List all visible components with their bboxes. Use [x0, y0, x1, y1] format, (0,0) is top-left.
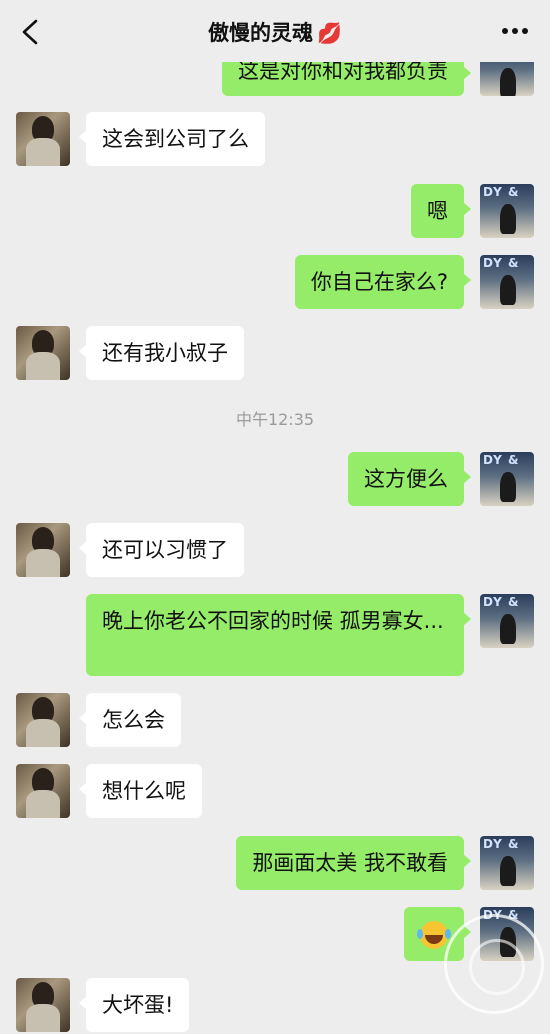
message-text: 还可以习惯了: [102, 538, 228, 562]
my-avatar[interactable]: [480, 184, 534, 238]
chat-header: 傲慢的灵魂 💋: [0, 0, 550, 62]
message-text: 这方便么: [364, 467, 448, 491]
chat-area[interactable]: 这是对你和对我都负责 这会到公司了么 嗯 你自己在家么? 还有我小叔子 中午12…: [0, 0, 550, 1032]
timestamp: 中午12:35: [235, 410, 315, 429]
message-text: 大坏蛋!: [102, 993, 174, 1017]
message-bubble-incoming[interactable]: 还有我小叔子: [79, 326, 244, 380]
message-row: 这方便么: [0, 452, 550, 508]
message-text: 那画面太美 我不敢看: [252, 851, 448, 875]
message-bubble-outgoing[interactable]: 这方便么: [348, 452, 471, 506]
message-text: 这会到公司了么: [102, 127, 249, 151]
message-bubble-incoming[interactable]: 这会到公司了么: [79, 112, 265, 166]
message-bubble-incoming[interactable]: 还可以习惯了: [79, 523, 244, 577]
message-bubble-outgoing[interactable]: 晚上你老公不回家的时候 孤男寡女...: [86, 594, 471, 676]
my-avatar[interactable]: [480, 452, 534, 506]
message-row: 你自己在家么?: [0, 255, 550, 311]
contact-name: 傲慢的灵魂: [208, 21, 314, 45]
contact-avatar[interactable]: [16, 112, 70, 166]
message-row: 那画面太美 我不敢看: [0, 836, 550, 892]
page-title: 傲慢的灵魂 💋: [0, 17, 550, 47]
contact-avatar[interactable]: [16, 764, 70, 818]
lips-emoji-icon: 💋: [317, 21, 342, 45]
message-text: 嗯: [427, 199, 448, 223]
message-bubble-outgoing[interactable]: 嗯: [411, 184, 471, 238]
message-text: 晚上你老公不回家的时候 孤男寡女...: [102, 609, 444, 633]
message-row: 还有我小叔子: [0, 326, 550, 382]
my-avatar[interactable]: [480, 836, 534, 890]
message-text: 这是对你和对我都负责: [238, 59, 448, 83]
message-row: 怎么会: [0, 693, 550, 749]
contact-avatar[interactable]: [16, 693, 70, 747]
watermark-logo: [444, 914, 544, 1014]
message-text: 怎么会: [102, 708, 165, 732]
message-text: 想什么呢: [102, 779, 186, 803]
my-avatar[interactable]: [480, 255, 534, 309]
laughing-tears-emoji-icon: [417, 921, 448, 949]
message-bubble-incoming[interactable]: 怎么会: [79, 693, 181, 747]
my-avatar[interactable]: [480, 594, 534, 648]
message-row: 想什么呢: [0, 764, 550, 820]
message-text: 还有我小叔子: [102, 341, 228, 365]
message-bubble-outgoing[interactable]: 那画面太美 我不敢看: [236, 836, 471, 890]
message-row: 晚上你老公不回家的时候 孤男寡女...: [0, 594, 550, 678]
message-bubble-outgoing[interactable]: 你自己在家么?: [294, 255, 472, 309]
more-options-icon[interactable]: [502, 28, 528, 36]
message-text: 你自己在家么?: [310, 270, 448, 294]
message-row: 这会到公司了么: [0, 112, 550, 168]
contact-avatar[interactable]: [16, 326, 70, 380]
contact-avatar[interactable]: [16, 523, 70, 577]
message-row: 嗯: [0, 184, 550, 240]
message-row: 还可以习惯了: [0, 523, 550, 579]
message-bubble-incoming[interactable]: 想什么呢: [79, 764, 202, 818]
